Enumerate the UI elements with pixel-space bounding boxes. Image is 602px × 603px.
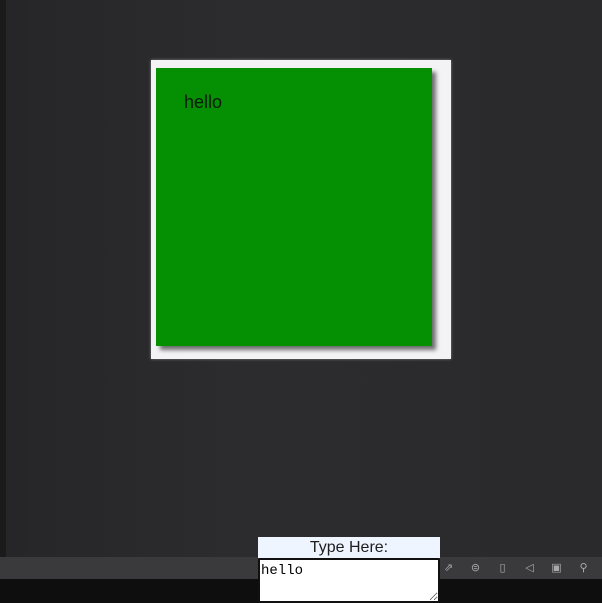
green-card: hello <box>156 68 432 346</box>
battery-icon[interactable]: ▯ <box>494 559 511 576</box>
type-here-textarea[interactable] <box>258 558 440 603</box>
network-icon[interactable]: ⊜ <box>467 559 484 576</box>
type-here-widget: Type Here: <box>258 537 440 603</box>
volume-icon[interactable]: ◁ <box>521 559 538 576</box>
notification-icon[interactable]: ⇗ <box>440 559 457 576</box>
system-tray: ⇗ ⊜ ▯ ◁ ▣ ⚲ <box>440 559 592 576</box>
screen-edge <box>0 0 6 580</box>
window-icon[interactable]: ▣ <box>548 559 565 576</box>
card-text: hello <box>184 92 223 112</box>
search-icon[interactable]: ⚲ <box>575 559 592 576</box>
type-here-label: Type Here: <box>258 537 440 558</box>
camera-view: hello ⇗ ⊜ ▯ ◁ ▣ ⚲ Type Here: <box>0 0 602 603</box>
